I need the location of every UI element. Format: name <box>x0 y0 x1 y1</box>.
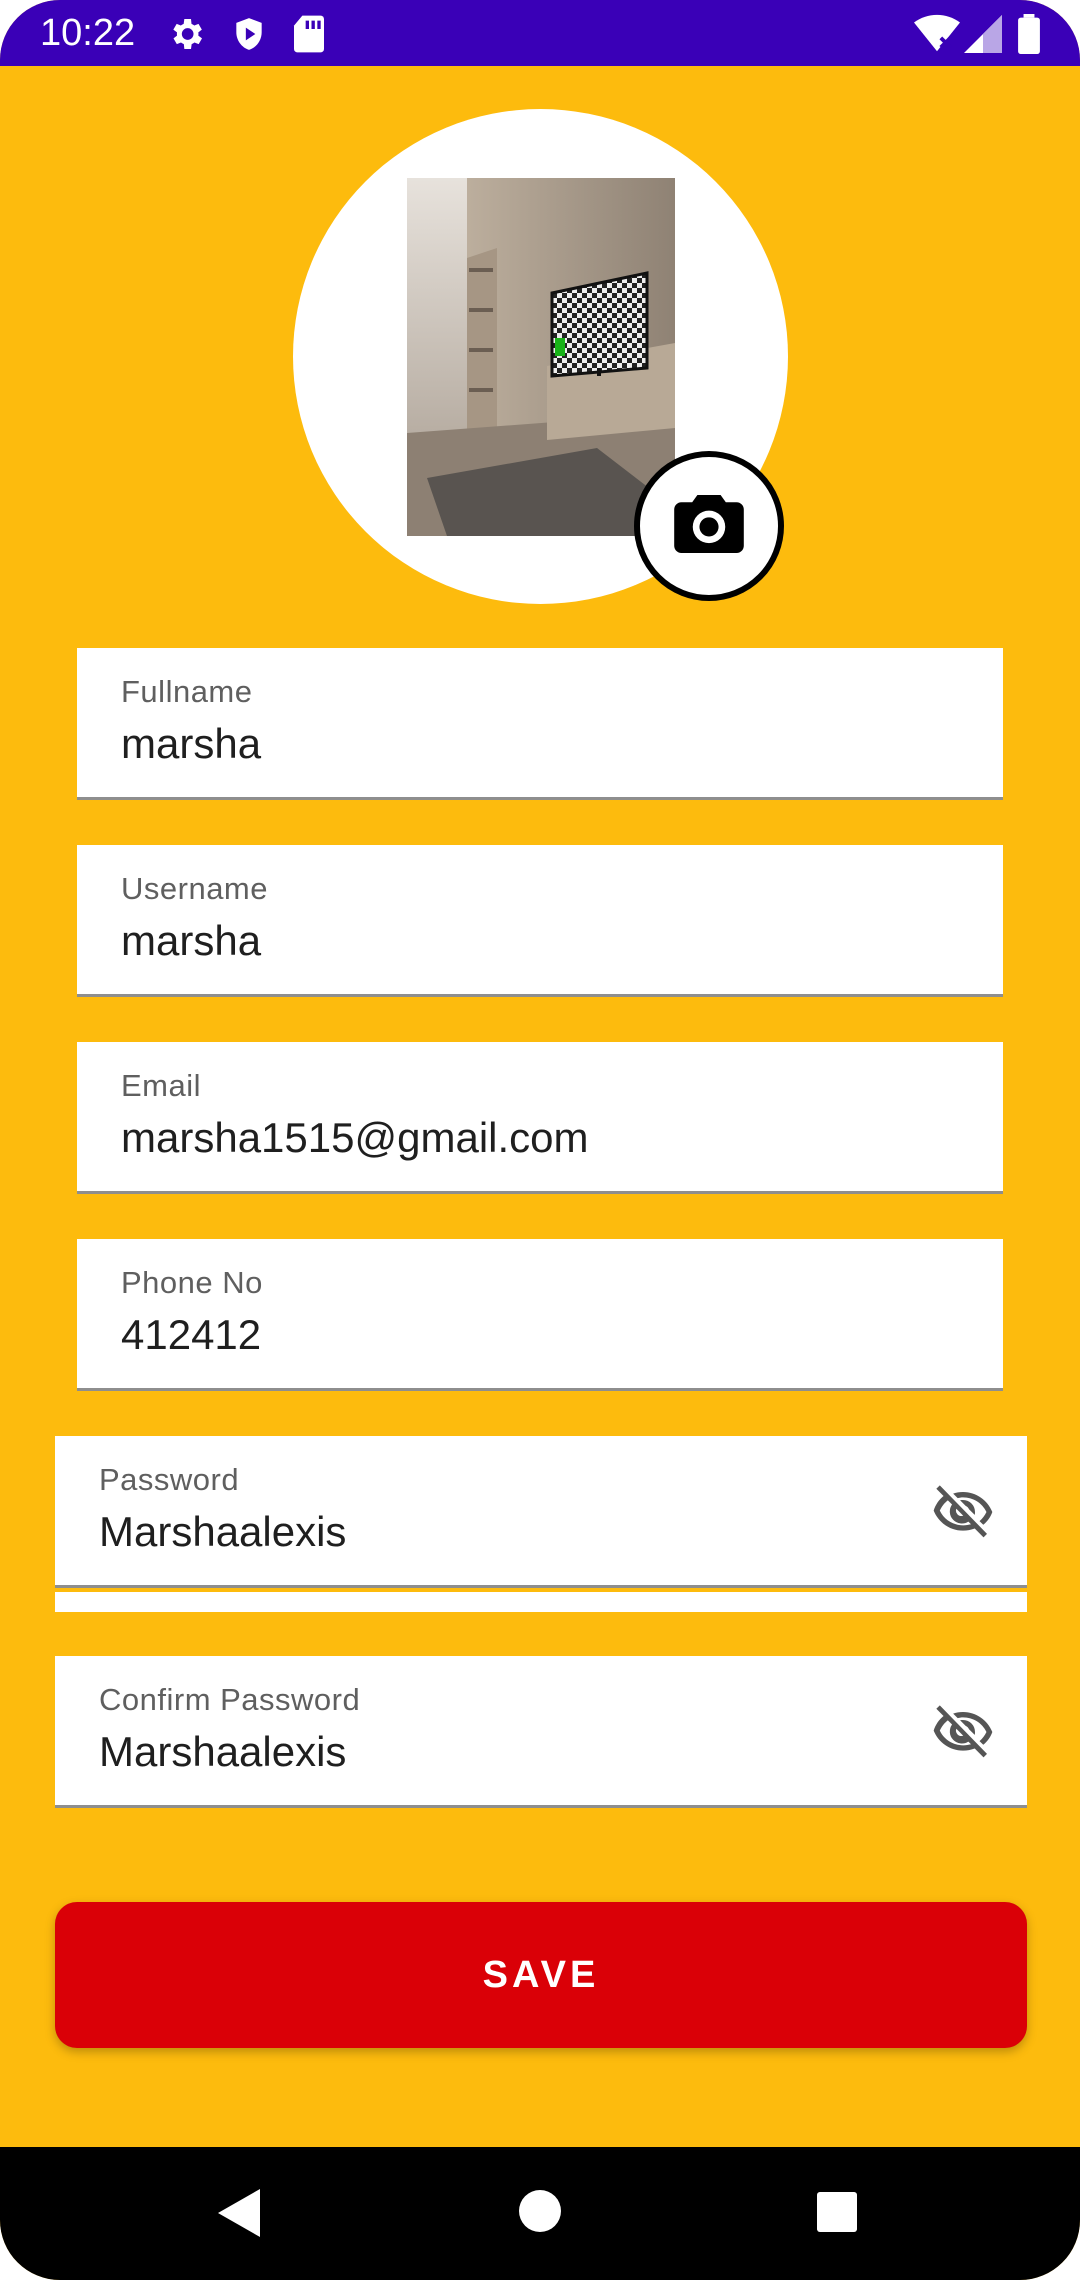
status-time: 10:22 <box>40 12 136 54</box>
password-field[interactable]: Password Marshaalexis <box>55 1436 1027 1588</box>
email-input[interactable]: marsha1515@gmail.com <box>121 1114 589 1162</box>
status-bar: 10:22 <box>0 0 1080 66</box>
screen: 10:22 Fullname marsha Username marsha Em… <box>0 0 1080 2280</box>
email-label: Email <box>121 1068 202 1103</box>
confirm-password-label: Confirm Password <box>99 1682 361 1717</box>
password-helper-strip <box>55 1592 1027 1612</box>
email-field[interactable]: Email marsha1515@gmail.com <box>77 1042 1003 1194</box>
back-triangle-icon[interactable] <box>218 2189 260 2242</box>
wifi-off-icon <box>914 14 960 54</box>
sd-card-icon <box>292 14 326 54</box>
fullname-field[interactable]: Fullname marsha <box>77 648 1003 800</box>
phone-input[interactable]: 412412 <box>121 1311 261 1359</box>
profile-photo <box>407 178 675 536</box>
home-circle-icon[interactable] <box>519 2190 561 2237</box>
username-field[interactable]: Username marsha <box>77 845 1003 997</box>
password-input[interactable]: Marshaalexis <box>99 1508 346 1556</box>
confirm-password-field[interactable]: Confirm Password Marshaalexis <box>55 1656 1027 1808</box>
username-input[interactable]: marsha <box>121 917 261 965</box>
recents-square-icon[interactable] <box>817 2192 857 2237</box>
phone-label: Phone No <box>121 1265 263 1300</box>
eye-off-icon[interactable] <box>931 1700 995 1764</box>
navigation-bar <box>0 2147 1080 2280</box>
phone-field[interactable]: Phone No 412412 <box>77 1239 1003 1391</box>
signal-icon <box>964 14 1002 54</box>
fullname-label: Fullname <box>121 674 253 709</box>
password-label: Password <box>99 1462 240 1497</box>
save-button[interactable]: SAVE <box>55 1902 1027 2048</box>
camera-icon <box>674 494 744 558</box>
shield-play-icon <box>230 14 268 54</box>
battery-icon <box>1018 14 1040 54</box>
gear-icon <box>166 14 206 54</box>
eye-off-icon[interactable] <box>931 1480 995 1544</box>
confirm-password-input[interactable]: Marshaalexis <box>99 1728 346 1776</box>
username-label: Username <box>121 871 268 906</box>
fullname-input[interactable]: marsha <box>121 720 261 768</box>
change-photo-button[interactable] <box>634 451 784 601</box>
